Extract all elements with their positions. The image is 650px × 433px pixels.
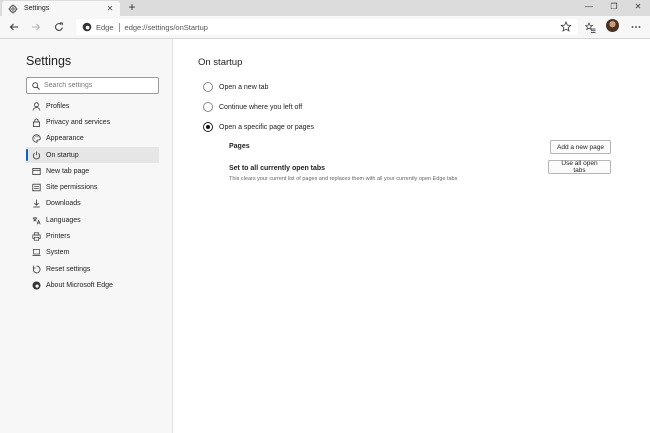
sidebar-item-printers[interactable]: Printers — [26, 228, 159, 244]
option-label: Open a specific page or pages — [219, 123, 314, 131]
sidebar-item-label: Reset settings — [46, 265, 91, 273]
sidebar-item-about[interactable]: About Microsoft Edge — [26, 277, 159, 293]
sidebar-item-on-startup[interactable]: On startup — [26, 146, 159, 164]
gear-icon — [8, 4, 18, 13]
sidebar-item-label: Profiles — [46, 102, 70, 110]
option-open-new-tab[interactable]: Open a new tab — [203, 82, 268, 92]
sidebar-item-appearance[interactable]: Appearance — [26, 131, 159, 147]
option-label: Continue where you left off — [219, 103, 303, 111]
download-icon — [31, 199, 41, 209]
favorites-button[interactable] — [582, 19, 598, 35]
option-label: Open a new tab — [219, 83, 269, 91]
person-icon — [31, 101, 41, 111]
more-button[interactable] — [628, 19, 644, 35]
maximize-button[interactable]: ❐ — [603, 0, 625, 14]
favorites-list-icon — [584, 21, 595, 33]
settings-tab[interactable]: Settings ✕ — [2, 1, 120, 16]
sidebar-item-site-permissions[interactable]: Site permissions — [26, 179, 159, 195]
settings-sidebar: Settings Profiles Privacy and services A… — [0, 39, 173, 433]
site-label: Edge — [96, 22, 114, 32]
add-new-page-button[interactable]: Add a new page — [550, 140, 611, 154]
new-tab-icon — [31, 166, 41, 176]
settings-content: On startup Open a new tab Continue where… — [173, 39, 650, 433]
laptop-icon — [31, 248, 41, 258]
option-open-specific-pages[interactable]: Open a specific page or pages — [203, 122, 314, 132]
set-all-open-tabs-description: This clears your current list of pages a… — [229, 176, 458, 182]
favorite-star-icon[interactable] — [560, 21, 572, 33]
search-input[interactable] — [44, 82, 144, 89]
sidebar-item-new-tab-page[interactable]: New tab page — [26, 163, 159, 179]
browser-toolbar: Edge edge://settings/onStartup — [0, 16, 650, 39]
sidebar-item-label: About Microsoft Edge — [46, 281, 113, 289]
edge-logo-icon — [82, 22, 92, 32]
sidebar-item-privacy[interactable]: Privacy and services — [26, 114, 159, 130]
sidebar-item-languages[interactable]: Languages — [26, 212, 159, 228]
refresh-icon — [55, 22, 63, 31]
sidebar-item-label: Appearance — [46, 135, 84, 143]
radio-button[interactable] — [203, 102, 213, 112]
radio-button[interactable] — [203, 82, 213, 92]
ellipsis-icon — [631, 26, 641, 28]
sidebar-item-reset-settings[interactable]: Reset settings — [26, 261, 159, 277]
url-text[interactable]: edge://settings/onStartup — [125, 23, 208, 32]
palette-icon — [31, 134, 41, 144]
edge-icon — [31, 280, 41, 290]
forward-arrow-icon — [32, 23, 41, 31]
sidebar-item-label: New tab page — [46, 167, 90, 175]
sidebar-item-system[interactable]: System — [26, 245, 159, 261]
minimize-button[interactable]: — — [578, 0, 600, 14]
sidebar-item-profiles[interactable]: Profiles — [26, 98, 159, 114]
lock-icon — [31, 117, 41, 127]
search-box[interactable] — [26, 77, 159, 94]
option-continue-where-left-off[interactable]: Continue where you left off — [203, 102, 302, 112]
settings-nav: Profiles Privacy and services Appearance… — [26, 98, 159, 294]
profile-avatar[interactable] — [606, 19, 619, 32]
new-tab-button[interactable]: + — [126, 1, 138, 14]
address-bar[interactable]: Edge edge://settings/onStartup — [76, 19, 578, 35]
radio-button-selected[interactable] — [203, 122, 213, 132]
back-button[interactable] — [6, 19, 22, 35]
address-separator — [118, 22, 120, 32]
page-title: On startup — [198, 57, 243, 68]
sidebar-title: Settings — [26, 54, 72, 68]
sidebar-item-label: Site permissions — [46, 184, 98, 192]
use-all-open-tabs-button[interactable]: Use all open tabs — [548, 160, 611, 174]
printer-icon — [31, 232, 41, 242]
sidebar-item-downloads[interactable]: Downloads — [26, 196, 159, 212]
sidebar-item-label: Languages — [46, 216, 81, 224]
set-all-open-tabs-label: Set to all currently open tabs — [229, 165, 326, 172]
reset-icon — [31, 264, 41, 274]
sidebar-item-label: System — [46, 249, 70, 257]
site-permissions-icon — [31, 183, 41, 193]
power-icon — [31, 150, 41, 160]
sidebar-item-label: On startup — [46, 151, 79, 159]
refresh-button[interactable] — [51, 19, 67, 35]
tab-title: Settings — [24, 5, 50, 12]
back-arrow-icon — [9, 23, 18, 31]
search-icon — [32, 81, 40, 90]
forward-button[interactable] — [28, 19, 44, 35]
title-bar: Settings ✕ + — ❐ ✕ — [0, 0, 650, 16]
sidebar-item-label: Privacy and services — [46, 118, 111, 126]
close-tab-icon[interactable]: ✕ — [105, 4, 115, 14]
sidebar-item-label: Downloads — [46, 200, 81, 208]
close-window-button[interactable]: ✕ — [627, 0, 649, 14]
languages-icon — [31, 215, 41, 225]
pages-label: Pages — [229, 143, 250, 150]
sidebar-item-label: Printers — [46, 233, 71, 241]
